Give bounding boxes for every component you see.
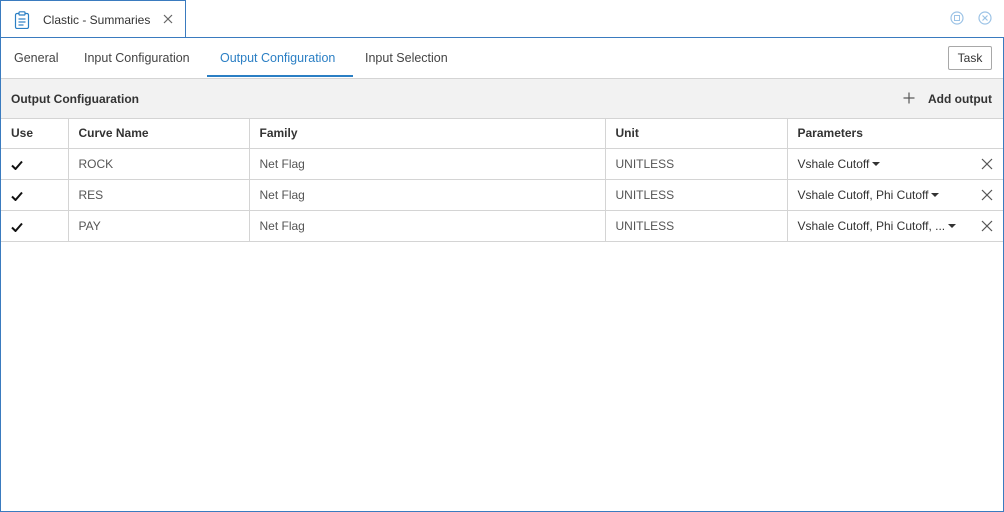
subtab-bar: General Input Configuration Output Confi… bbox=[1, 38, 1003, 79]
tab-input-configuration[interactable]: Input Configuration bbox=[84, 51, 190, 65]
table-header-row: Use Curve Name Family Unit Parameters bbox=[1, 118, 1003, 149]
parameters-cell: Vshale Cutoff, Phi Cutoff bbox=[787, 179, 1003, 211]
table-row: ROCK Net Flag UNITLESS Vshale Cutoff bbox=[1, 148, 1003, 180]
tab-input-selection[interactable]: Input Selection bbox=[365, 51, 448, 65]
main-panel: General Input Configuration Output Confi… bbox=[0, 37, 1004, 512]
unit-cell[interactable]: UNITLESS bbox=[605, 148, 788, 180]
column-header-family[interactable]: Family bbox=[249, 118, 606, 149]
task-button[interactable]: Task bbox=[948, 46, 992, 70]
column-header-parameters[interactable]: Parameters bbox=[787, 118, 1003, 149]
remove-row-icon[interactable] bbox=[981, 158, 993, 170]
curve-name-cell[interactable]: RES bbox=[68, 179, 250, 211]
family-cell[interactable]: Net Flag bbox=[249, 179, 606, 211]
unit-cell[interactable]: UNITLESS bbox=[605, 179, 788, 211]
use-cell[interactable] bbox=[1, 148, 69, 180]
document-tab[interactable]: Clastic - Summaries bbox=[0, 0, 186, 38]
column-header-curve-name[interactable]: Curve Name bbox=[68, 118, 250, 149]
column-header-use[interactable]: Use bbox=[1, 118, 69, 149]
section-title: Output Configuaration bbox=[11, 92, 139, 106]
parameters-value: Vshale Cutoff, Phi Cutoff bbox=[797, 188, 929, 202]
parameters-dropdown[interactable]: Vshale Cutoff, Phi Cutoff bbox=[798, 188, 940, 202]
parameters-value: Vshale Cutoff, Phi Cutoff, ... bbox=[797, 219, 946, 233]
family-cell[interactable]: Net Flag bbox=[249, 148, 606, 180]
table-row: RES Net Flag UNITLESS Vshale Cutoff, Phi… bbox=[1, 179, 1003, 211]
parameters-value: Vshale Cutoff bbox=[797, 157, 870, 171]
checkmark-icon bbox=[11, 160, 23, 170]
use-cell[interactable] bbox=[1, 179, 69, 211]
checkmark-icon bbox=[11, 222, 23, 232]
document-tab-bar: Clastic - Summaries bbox=[0, 0, 1004, 38]
remove-row-icon[interactable] bbox=[981, 189, 993, 201]
curve-name-cell[interactable]: ROCK bbox=[68, 148, 250, 180]
column-header-unit[interactable]: Unit bbox=[605, 118, 788, 149]
section-header: Output Configuaration Add output bbox=[1, 79, 1003, 119]
parameters-cell: Vshale Cutoff, Phi Cutoff, ... bbox=[787, 210, 1003, 242]
clipboard-icon bbox=[14, 11, 30, 29]
document-tab-title: Clastic - Summaries bbox=[43, 13, 151, 27]
table-row: PAY Net Flag UNITLESS Vshale Cutoff, Phi… bbox=[1, 210, 1003, 242]
dropdown-caret-icon bbox=[872, 162, 881, 166]
plus-icon bbox=[903, 92, 915, 104]
output-table: Use Curve Name Family Unit Parameters RO… bbox=[1, 118, 1003, 242]
add-output-label: Add output bbox=[928, 92, 992, 106]
active-tab-indicator bbox=[207, 75, 353, 77]
dropdown-caret-icon bbox=[948, 224, 957, 228]
restore-icon[interactable] bbox=[950, 11, 964, 25]
remove-row-icon[interactable] bbox=[981, 220, 993, 232]
unit-cell[interactable]: UNITLESS bbox=[605, 210, 788, 242]
close-window-icon[interactable] bbox=[978, 11, 992, 25]
tab-general[interactable]: General bbox=[14, 51, 58, 65]
curve-name-cell[interactable]: PAY bbox=[68, 210, 250, 242]
family-cell[interactable]: Net Flag bbox=[249, 210, 606, 242]
parameters-dropdown[interactable]: Vshale Cutoff, Phi Cutoff, ... bbox=[798, 219, 957, 233]
use-cell[interactable] bbox=[1, 210, 69, 242]
tab-output-configuration[interactable]: Output Configuration bbox=[220, 51, 335, 65]
parameters-dropdown[interactable]: Vshale Cutoff bbox=[798, 157, 881, 171]
checkmark-icon bbox=[11, 191, 23, 201]
parameters-cell: Vshale Cutoff bbox=[787, 148, 1003, 180]
close-tab-icon[interactable] bbox=[162, 13, 174, 25]
dropdown-caret-icon bbox=[931, 193, 940, 197]
